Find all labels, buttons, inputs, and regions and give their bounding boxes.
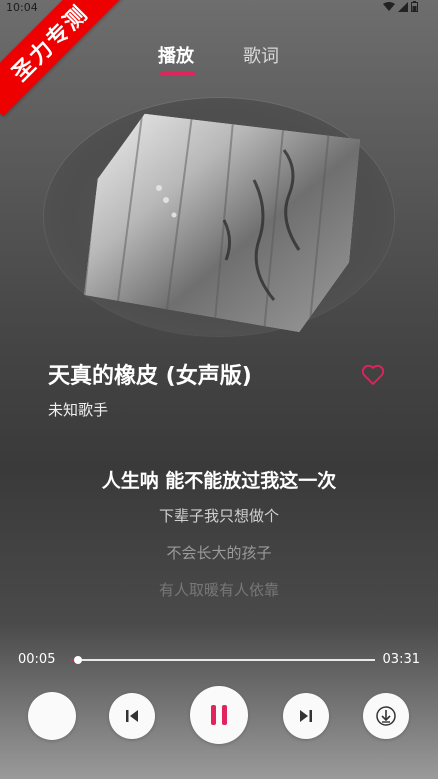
total-time: 03:31 [382, 652, 420, 667]
battery-icon [411, 1, 418, 12]
tab-play[interactable]: 播放 [158, 42, 194, 68]
skip-next-icon [300, 710, 312, 722]
skip-previous-icon [126, 710, 138, 722]
progress-track[interactable] [71, 656, 375, 664]
download-icon [376, 706, 396, 726]
play-pause-button[interactable] [190, 686, 248, 744]
playback-controls [0, 686, 438, 750]
status-icons [383, 1, 418, 12]
download-button[interactable] [363, 693, 409, 739]
artist-name: 未知歌手 [48, 401, 109, 419]
song-title: 天真的橡皮 (女声版) [48, 364, 252, 389]
status-time: 10:04 [6, 1, 38, 14]
wifi-icon [383, 1, 395, 11]
heart-outline-icon[interactable] [361, 364, 385, 386]
current-time: 00:05 [18, 652, 56, 667]
next-button[interactable] [283, 693, 329, 739]
lyric-line: 下辈子我只想做个 [158, 507, 279, 525]
progress-thumb[interactable] [74, 656, 83, 664]
tab-lyrics[interactable]: 歌词 [243, 42, 279, 68]
lyric-current: 人生呐 能不能放过我这一次 [101, 470, 337, 492]
pause-icon [211, 705, 227, 725]
lyric-line: 有人取暖有人依靠 [158, 581, 279, 599]
tab-indicator [160, 72, 195, 76]
previous-button[interactable] [109, 693, 155, 739]
progress-row: 00:05 03:31 [0, 650, 438, 670]
mode-button[interactable] [28, 692, 76, 740]
signal-icon [398, 1, 408, 12]
lyric-line: 不会长大的孩子 [166, 544, 272, 562]
